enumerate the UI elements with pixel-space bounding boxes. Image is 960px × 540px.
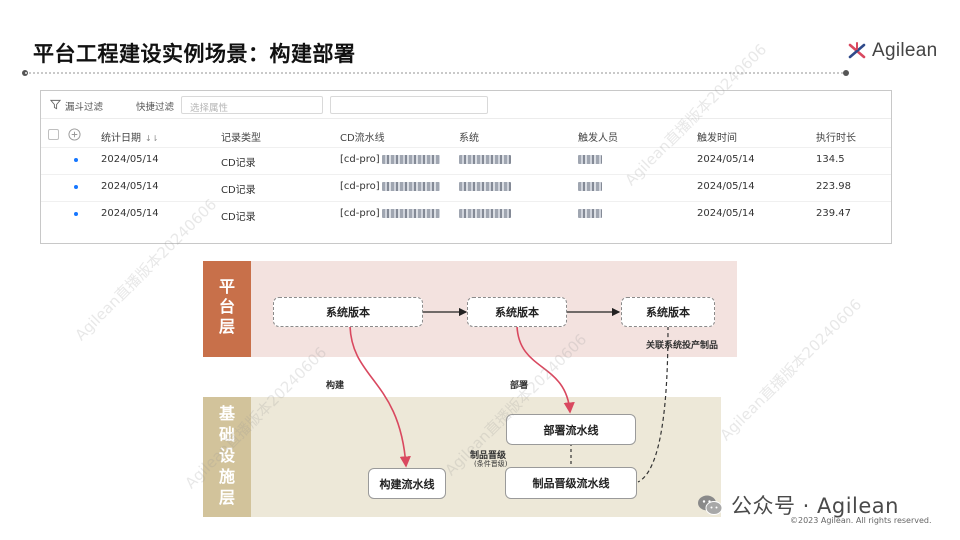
edge-build-curve [349, 325, 411, 468]
copyright: ©2023 Agilean. All rights reserved. [790, 516, 932, 525]
system-version-node-3: 系统版本 [621, 297, 715, 327]
system-version-node-2: 系统版本 [467, 297, 567, 327]
edge-deploy-curve [516, 325, 575, 414]
edge-label-build: 构建 [326, 381, 345, 391]
build-deploy-diagram: 平 台 层 基 础 设 施 层 系统版本 系统版本 系统版本 部署流水线 构建流… [0, 0, 960, 540]
edge-label-promote-condition: (条件晋级) [474, 460, 508, 468]
deploy-pipeline-node: 部署流水线 [506, 414, 636, 445]
build-pipeline-node: 构建流水线 [368, 468, 446, 499]
system-version-node-1: 系统版本 [273, 297, 423, 327]
edge-label-artifact-link: 关联系统投产制品 [646, 341, 719, 351]
wechat-icon [698, 495, 723, 515]
edge-label-deploy: 部署 [510, 381, 529, 391]
artifact-promote-pipeline-node: 制品晋级流水线 [505, 467, 637, 499]
